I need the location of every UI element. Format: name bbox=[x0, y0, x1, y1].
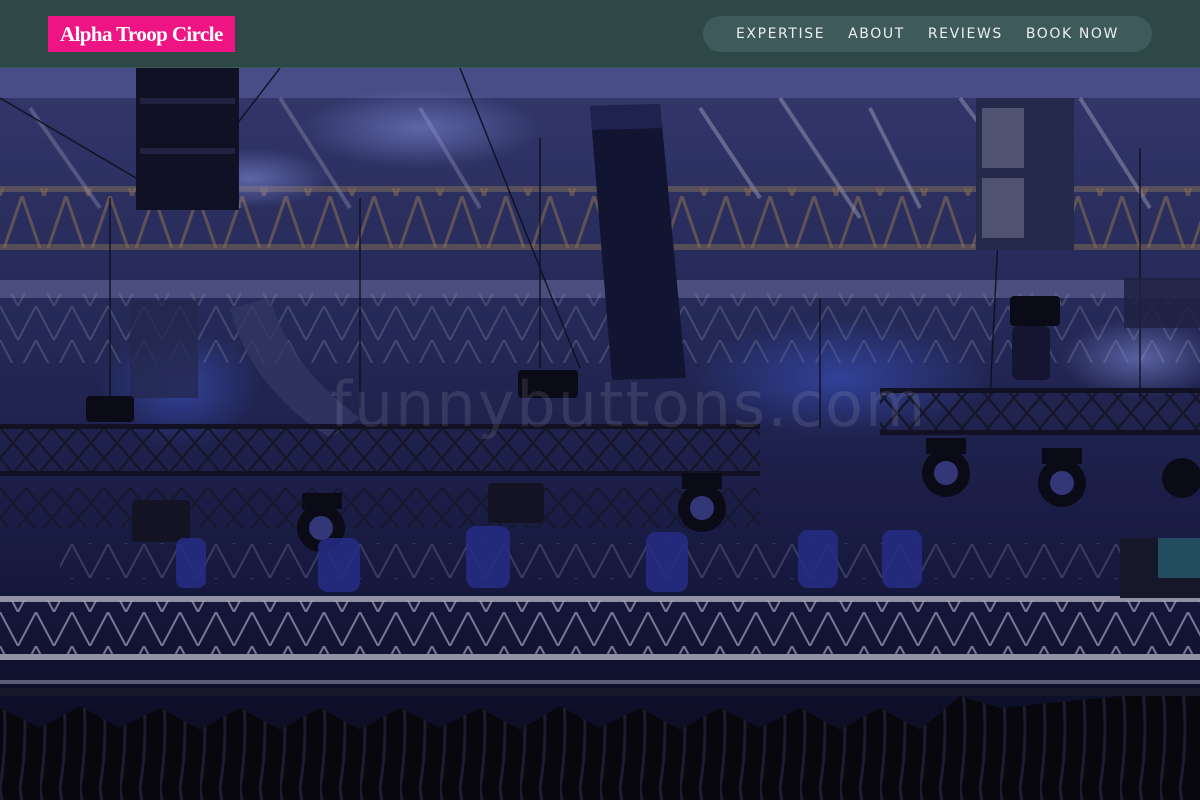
hero-image: funnybuttons.com bbox=[0, 68, 1200, 800]
nav-link-about[interactable]: ABOUT bbox=[848, 16, 905, 52]
watermark-text: funnybuttons.com bbox=[330, 368, 928, 441]
site-header: Alpha Troop Circle EXPERTISE ABOUT REVIE… bbox=[0, 0, 1200, 68]
nav-link-reviews[interactable]: REVIEWS bbox=[928, 16, 1003, 52]
nav-link-book-now[interactable]: BOOK NOW bbox=[1026, 16, 1119, 52]
main-nav: EXPERTISE ABOUT REVIEWS BOOK NOW bbox=[703, 16, 1152, 52]
brand-logo[interactable]: Alpha Troop Circle bbox=[48, 16, 235, 52]
nav-link-expertise[interactable]: EXPERTISE bbox=[736, 16, 825, 52]
